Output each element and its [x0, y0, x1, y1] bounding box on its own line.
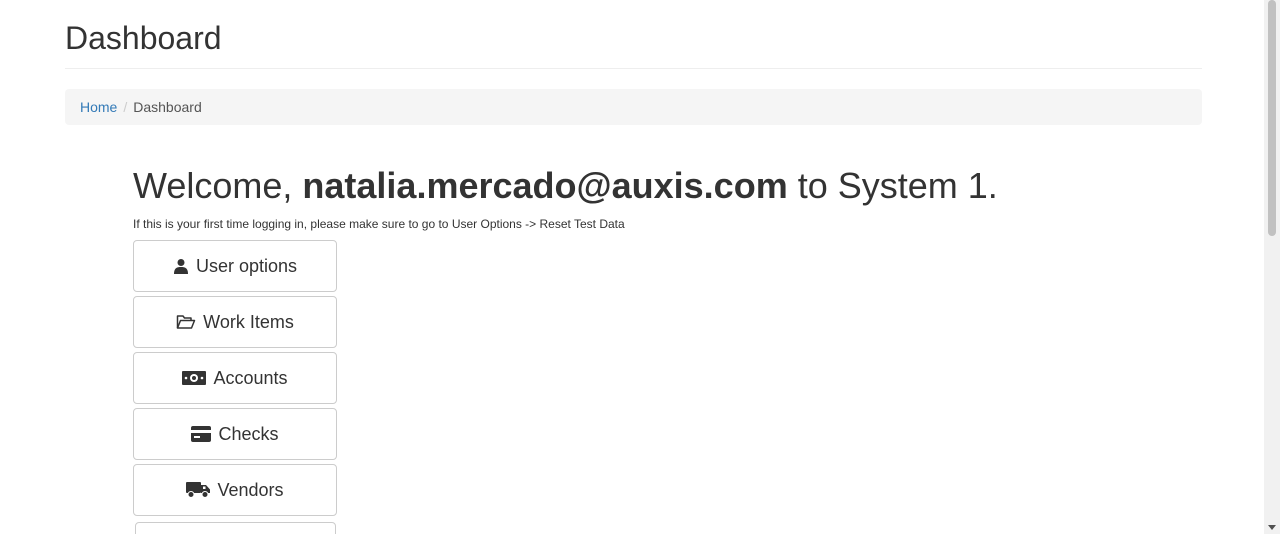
vertical-scrollbar[interactable] — [1264, 0, 1280, 534]
vendors-label: Vendors — [217, 479, 284, 500]
work-items-button[interactable]: Work Items — [133, 296, 337, 348]
title-divider — [65, 68, 1202, 69]
breadcrumb-current: Dashboard — [133, 99, 202, 115]
accounts-label: Accounts — [213, 367, 288, 388]
credit-card-icon — [191, 426, 212, 442]
folder-open-icon — [176, 314, 196, 330]
user-icon — [173, 258, 189, 274]
user-options-label: User options — [195, 255, 298, 276]
next-menu-button[interactable] — [135, 522, 336, 534]
welcome-prefix: Welcome, — [133, 165, 293, 206]
accounts-button[interactable]: Accounts — [133, 352, 337, 404]
checks-button[interactable]: Checks — [133, 408, 337, 460]
breadcrumb: Home / Dashboard — [65, 89, 1202, 125]
page-title: Dashboard — [65, 20, 222, 56]
checks-label: Checks — [218, 423, 279, 444]
truck-icon — [186, 482, 211, 498]
breadcrumb-home-link[interactable]: Home — [80, 99, 117, 115]
work-items-label: Work Items — [203, 311, 294, 332]
vendors-button[interactable]: Vendors — [133, 464, 337, 516]
page: Dashboard Home / Dashboard Welcome, natali… — [0, 0, 1264, 534]
welcome-heading: Welcome, natalia.mercado@auxis.com to Sy… — [133, 164, 998, 208]
breadcrumb-separator: / — [123, 99, 128, 115]
welcome-user: natalia.mercado@auxis.com — [302, 165, 788, 206]
first-login-hint: If this is your first time logging in, p… — [133, 217, 625, 231]
money-icon — [182, 371, 207, 385]
scrollbar-thumb[interactable] — [1268, 0, 1276, 236]
scroll-down-arrow-icon[interactable] — [1268, 525, 1276, 530]
welcome-suffix: to System 1. — [797, 165, 998, 206]
user-options-button[interactable]: User options — [133, 240, 337, 292]
